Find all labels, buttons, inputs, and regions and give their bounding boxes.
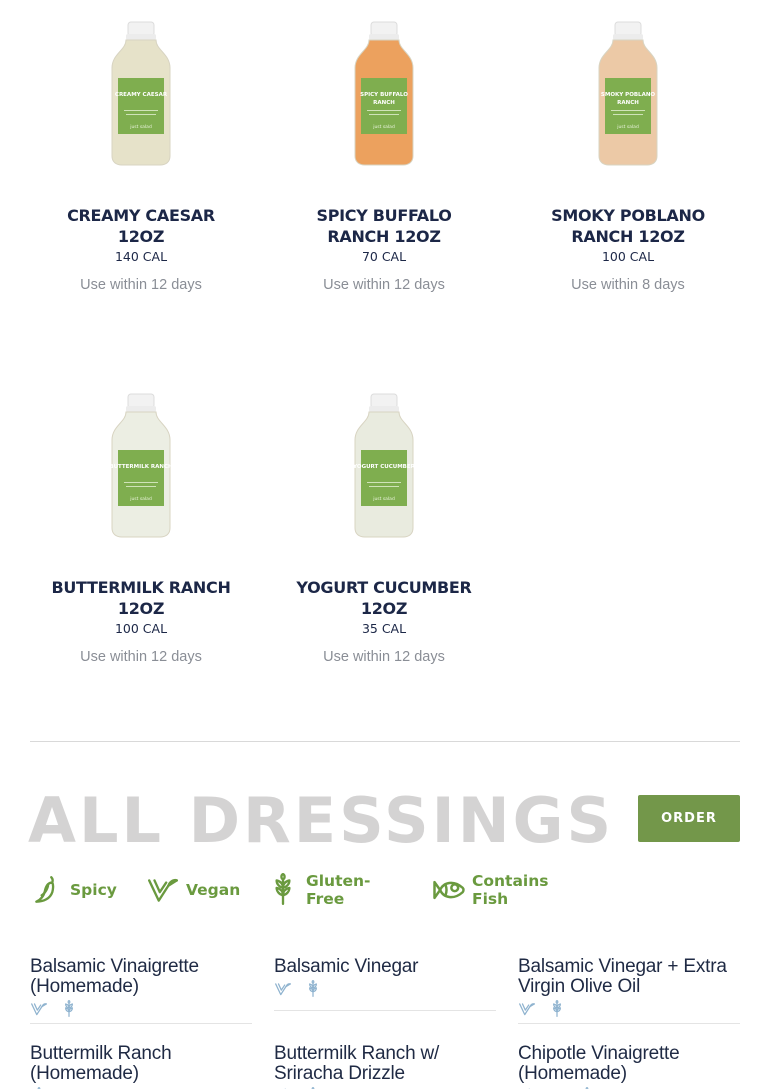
bottle-graphic: SPICY BUFFALO RANCH just salad [354, 21, 414, 166]
dressing-item[interactable]: Balsamic Vinegar [274, 956, 496, 1011]
svg-text:RANCH: RANCH [617, 100, 639, 106]
dressing-icons [518, 999, 740, 1019]
dressing-name: Buttermilk Ranch w/ Sriracha Drizzle [274, 1043, 440, 1084]
vegan-icon [146, 873, 180, 907]
bottle-image: SPICY BUFFALO RANCH just salad [284, 20, 484, 170]
legend-label: Gluten-Free [306, 872, 371, 908]
legend-spicy: Spicy [30, 872, 117, 908]
dressing-divider [274, 1010, 496, 1011]
section-title: ALL DRESSINGS [28, 784, 615, 857]
dressing-name: Buttermilk Ranch (Homemade) [30, 1043, 172, 1084]
product-card[interactable]: SMOKY POBLANO RANCH just salad Smoky Pob… [528, 20, 728, 293]
svg-text:just salad: just salad [129, 496, 152, 502]
dressing-item[interactable]: Buttermilk Ranch (Homemade) [30, 1044, 252, 1089]
section-divider [30, 741, 740, 742]
product-calories: 100 CAL [114, 621, 168, 636]
vegan-icon [274, 980, 292, 998]
bottle-graphic: BUTTERMILK RANCH just salad [109, 393, 173, 538]
product-calories: 100 CAL [601, 249, 655, 264]
product-card[interactable]: CREAMY CAESAR just salad Creamy Caesar 1… [41, 20, 241, 293]
dressing-item[interactable]: Balsamic Vinaigrette (Homemade) [30, 956, 252, 1024]
product-card[interactable]: BUTTERMILK RANCH just salad Buttermilk R… [41, 392, 241, 665]
legend-gluten-free: Gluten-Free [266, 872, 370, 908]
dressing-item[interactable]: Chipotle Vinaigrette (Homemade) [518, 1044, 740, 1089]
svg-text:just salad: just salad [372, 124, 395, 130]
svg-text:just salad: just salad [129, 124, 152, 130]
product-name: Smoky Poblano Ranch 12oz [551, 206, 705, 246]
legend-contains-fish: Contains Fish [430, 872, 549, 908]
product-name: Buttermilk Ranch 12oz [51, 578, 231, 618]
wheat-icon [266, 872, 300, 907]
vegan-icon [518, 1000, 536, 1018]
product-card[interactable]: YOGURT CUCUMBER just salad Yogurt Cucumb… [284, 392, 484, 665]
dressing-divider [518, 1023, 740, 1024]
product-name: Creamy Caesar 12oz [67, 206, 215, 246]
pepper-icon [30, 873, 64, 907]
svg-text:CREAMY CAESAR: CREAMY CAESAR [115, 92, 168, 98]
svg-text:just salad: just salad [372, 496, 395, 502]
product-name: Spicy Buffalo Ranch 12oz [316, 206, 452, 246]
product-calories: 140 CAL [114, 249, 168, 264]
svg-text:RANCH: RANCH [373, 100, 395, 106]
bottle-graphic: CREAMY CAESAR just salad [111, 21, 171, 166]
dressing-name: Chipotle Vinaigrette (Homemade) [518, 1043, 680, 1084]
legend-label: Spicy [70, 881, 117, 899]
dressing-name: Balsamic Vinegar [274, 956, 419, 977]
fish-icon [430, 872, 466, 908]
dressing-item[interactable]: Balsamic Vinegar + Extra Virgin Olive Oi… [518, 956, 740, 1024]
dressing-name: Balsamic Vinaigrette (Homemade) [30, 956, 199, 997]
product-calories: 35 CAL [361, 621, 407, 636]
svg-text:YOGURT CUCUMBER: YOGURT CUCUMBER [352, 464, 416, 470]
legend-label: Vegan [186, 881, 241, 899]
dressing-divider [30, 1023, 252, 1024]
svg-text:SPICY BUFFALO: SPICY BUFFALO [360, 92, 408, 98]
product-shelf-life: Use within 12 days [323, 277, 445, 293]
vegan-icon [30, 1000, 48, 1018]
product-calories: 70 CAL [361, 249, 407, 264]
dressing-icons [274, 979, 496, 999]
product-shelf-life: Use within 12 days [323, 649, 445, 665]
legend-label: Contains Fish [472, 872, 549, 908]
bottle-image: CREAMY CAESAR just salad [41, 20, 241, 170]
wheat-icon [60, 999, 78, 1018]
svg-text:BUTTERMILK RANCH: BUTTERMILK RANCH [109, 464, 173, 470]
product-card[interactable]: SPICY BUFFALO RANCH just salad Spicy Buf… [284, 20, 484, 293]
product-shelf-life: Use within 12 days [80, 649, 202, 665]
wheat-icon [304, 979, 322, 998]
dressing-name: Balsamic Vinegar + Extra Virgin Olive Oi… [518, 956, 727, 997]
product-shelf-life: Use within 12 days [80, 277, 202, 293]
wheat-icon [548, 999, 566, 1018]
product-name: Yogurt Cucumber 12oz [296, 578, 472, 618]
bottle-graphic: YOGURT CUCUMBER just salad [352, 393, 416, 538]
bottle-image: YOGURT CUCUMBER just salad [284, 392, 484, 542]
dressing-item[interactable]: Buttermilk Ranch w/ Sriracha Drizzle [274, 1044, 496, 1089]
svg-text:just salad: just salad [616, 124, 639, 130]
bottle-image: SMOKY POBLANO RANCH just salad [528, 20, 728, 170]
order-button[interactable]: ORDER [638, 795, 740, 842]
product-shelf-life: Use within 8 days [571, 277, 685, 293]
bottle-image: BUTTERMILK RANCH just salad [41, 392, 241, 542]
bottle-graphic: SMOKY POBLANO RANCH just salad [598, 21, 658, 166]
svg-text:SMOKY POBLANO: SMOKY POBLANO [601, 92, 656, 98]
dressing-icons [30, 999, 252, 1019]
legend-vegan: Vegan [146, 872, 240, 908]
